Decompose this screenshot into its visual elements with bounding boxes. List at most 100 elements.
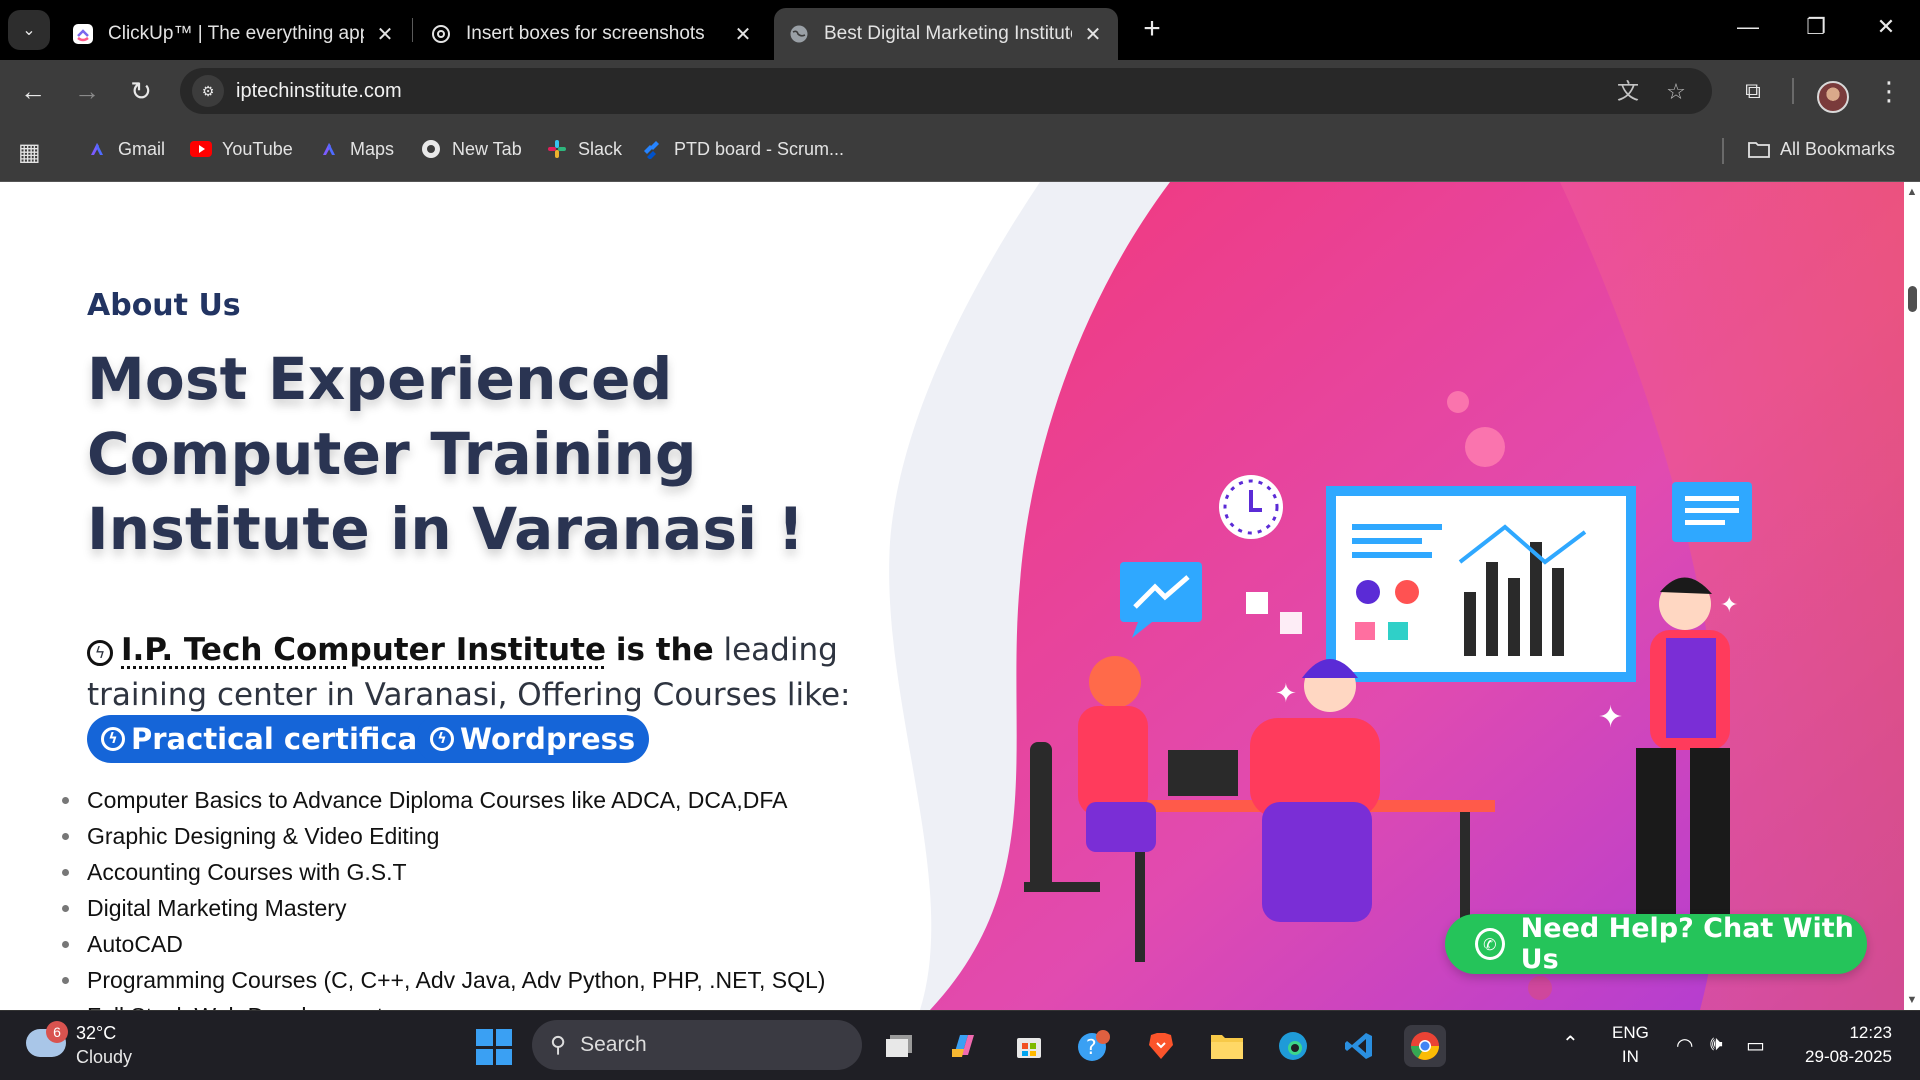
whatsapp-chat-button[interactable]: ✆ Need Help? Chat With Us <box>1445 913 1867 975</box>
windows-logo-icon <box>495 1029 512 1046</box>
forward-button[interactable]: → <box>70 74 104 108</box>
translate-icon[interactable]: 文 <box>1614 78 1642 106</box>
list-item: Full Stack Web Development <box>62 998 825 1010</box>
tab-strip: ⌄ ClickUp™ | The everything app f ✕ Inse… <box>0 0 1920 60</box>
page-scrollbar[interactable]: ▲ ▼ <box>1904 182 1920 1010</box>
tab-clickup[interactable]: ClickUp™ | The everything app f ✕ <box>58 8 410 60</box>
folder-icon <box>1748 138 1770 160</box>
vscode-icon[interactable] <box>1338 1025 1380 1067</box>
chrome-taskbar-icon[interactable] <box>1404 1025 1446 1067</box>
courses-list: Computer Basics to Advance Diploma Cours… <box>62 782 825 1010</box>
bookmark-slack[interactable]: Slack <box>546 138 622 160</box>
bookmark-gmail[interactable]: Gmail <box>86 138 165 160</box>
tab-search-button[interactable]: ⌄ <box>8 10 50 50</box>
bolt-icon: ϟ <box>430 727 454 751</box>
bookmark-label: Slack <box>578 138 623 159</box>
chevron-down-icon: ⌄ <box>22 22 36 39</box>
plus-icon: + <box>1143 12 1161 45</box>
start-button[interactable] <box>476 1029 512 1065</box>
profile-avatar[interactable] <box>1817 81 1849 113</box>
youtube-icon <box>190 138 212 160</box>
copilot-icon[interactable] <box>942 1025 984 1067</box>
clickup-icon <box>72 23 94 45</box>
tab-chatgpt[interactable]: Insert boxes for screenshots ✕ <box>416 8 768 60</box>
browser-toolbar: ← → ↻ ⚙ iptechinstitute.com 文 ☆ ⧉ ⋮ <box>0 60 1920 120</box>
apps-grid-icon: ▦ <box>18 139 41 166</box>
minimize-button[interactable]: ― <box>1728 14 1768 46</box>
slack-icon <box>546 138 568 160</box>
close-icon[interactable]: ✕ <box>732 22 754 47</box>
extensions-button[interactable]: ⧉ <box>1736 74 1770 108</box>
language-indicator[interactable]: ENG IN <box>1612 1023 1649 1067</box>
list-item: Digital Marketing Mastery <box>62 890 825 926</box>
tab-iptech[interactable]: Best Digital Marketing Institute ✕ <box>774 8 1118 60</box>
list-item: Programming Courses (C, C++, Adv Java, A… <box>62 962 825 998</box>
taskbar-search[interactable]: ⚲ Search <box>532 1020 862 1070</box>
clock[interactable]: 12:23 29-08-2025 <box>1796 1023 1892 1067</box>
list-item: Computer Basics to Advance Diploma Cours… <box>62 782 825 818</box>
wifi-icon[interactable]: ◠ <box>1676 1033 1693 1058</box>
bookmark-new-tab[interactable]: New Tab <box>420 138 522 160</box>
web-page: ✦ ✦ ✦ About Us Most Experienced Computer… <box>0 182 1904 1010</box>
puzzle-icon: ⧉ <box>1745 78 1761 103</box>
volume-icon[interactable]: 🕪 <box>1710 1033 1723 1056</box>
all-bookmarks-button[interactable]: All Bookmarks <box>1748 138 1895 160</box>
brave-browser-icon[interactable] <box>1140 1025 1182 1067</box>
help-icon[interactable]: ? <box>1072 1025 1114 1067</box>
clock-time: 12:23 <box>1849 1023 1892 1042</box>
chrome-icon <box>420 138 442 160</box>
close-icon[interactable]: ✕ <box>374 22 396 47</box>
close-icon[interactable]: ✕ <box>1082 22 1104 47</box>
site-info-button[interactable]: ⚙ <box>192 75 224 107</box>
tab-title: ClickUp™ | The everything app f <box>108 23 364 44</box>
clock-date: 29-08-2025 <box>1805 1047 1892 1066</box>
bookmark-label: New Tab <box>452 138 522 159</box>
svg-text:?: ? <box>1086 1035 1097 1059</box>
new-tab-button[interactable]: + <box>1136 14 1168 46</box>
svg-text:✦: ✦ <box>1275 678 1297 708</box>
pill-label: Wordpress <box>460 722 636 756</box>
weather-temperature: 32°C <box>76 1023 117 1043</box>
menu-button[interactable]: ⋮ <box>1872 74 1906 108</box>
bookmark-ptd-board[interactable]: PTD board - Scrum... <box>642 138 844 160</box>
institute-link[interactable]: I.P. Tech Computer Institute <box>121 632 606 668</box>
page-title: Most Experienced Computer Training Insti… <box>87 345 805 563</box>
bookmark-maps[interactable]: Maps <box>318 138 394 160</box>
more-vert-icon: ⋮ <box>1876 76 1902 106</box>
svg-text:✦: ✦ <box>1720 592 1738 617</box>
bookmark-label: All Bookmarks <box>1780 138 1896 159</box>
course-pill-practical[interactable]: ϟ Practical certificate <box>87 715 465 763</box>
course-pill-wordpress[interactable]: ϟ Wordpress <box>416 715 650 763</box>
bookmark-label: Gmail <box>118 138 166 159</box>
list-item: AutoCAD <box>62 926 825 962</box>
reload-icon: ↻ <box>130 76 152 106</box>
bolt-icon: ϟ <box>101 727 125 751</box>
microsoft-store-icon[interactable] <box>1008 1025 1050 1067</box>
search-icon: ⚲ <box>550 1032 567 1057</box>
globe-icon <box>788 23 810 45</box>
section-eyebrow: About Us <box>87 288 241 323</box>
pill-label: Practical certificate <box>131 722 451 756</box>
bookmark-star-icon[interactable]: ☆ <box>1662 78 1690 106</box>
show-hidden-icons-chevron-icon[interactable]: ⌃ <box>1562 1031 1579 1056</box>
notification-badge: 6 <box>46 1021 68 1043</box>
file-explorer-icon[interactable] <box>1206 1025 1248 1067</box>
gmail-icon <box>86 138 108 160</box>
bookmark-label: PTD board - Scrum... <box>674 138 845 159</box>
close-window-button[interactable]: ✕ <box>1866 14 1906 46</box>
scrollbar-thumb[interactable] <box>1908 286 1917 312</box>
reload-button[interactable]: ↻ <box>124 74 158 108</box>
edge-browser-icon[interactable] <box>1272 1025 1314 1067</box>
arrow-right-icon: → <box>74 76 100 106</box>
tab-title: Best Digital Marketing Institute <box>824 23 1072 44</box>
scroll-up-icon[interactable]: ▲ <box>1906 186 1918 198</box>
back-button[interactable]: ← <box>16 74 50 108</box>
battery-icon[interactable]: ▭ <box>1746 1033 1765 1058</box>
restore-button[interactable]: ❐ <box>1796 14 1836 46</box>
url-text[interactable]: iptechinstitute.com <box>236 80 402 103</box>
address-bar[interactable]: ⚙ iptechinstitute.com 文 ☆ <box>180 68 1712 114</box>
bookmark-youtube[interactable]: YouTube <box>190 138 293 160</box>
apps-button[interactable]: ▦ <box>18 138 41 167</box>
scroll-down-icon[interactable]: ▼ <box>1906 994 1918 1006</box>
task-view-icon[interactable] <box>878 1025 920 1067</box>
